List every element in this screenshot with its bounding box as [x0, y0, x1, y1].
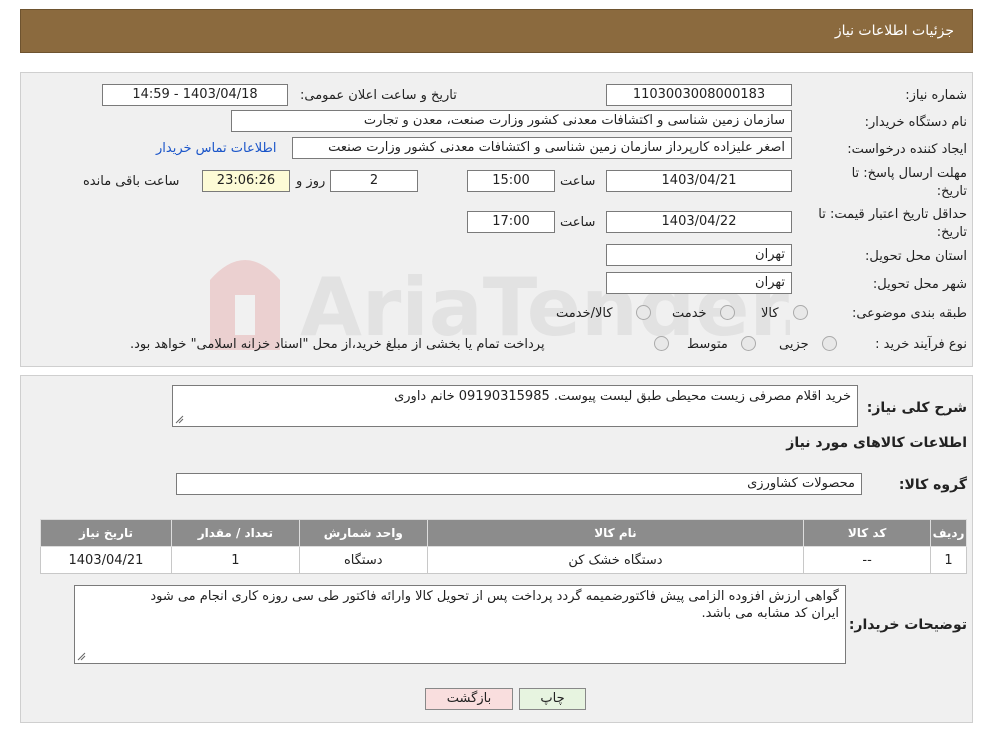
remaining-days-field: 2	[330, 170, 418, 192]
print-button[interactable]: چاپ	[519, 688, 586, 710]
resize-handle-icon[interactable]	[175, 415, 184, 424]
price-date-field: 1403/04/22	[606, 211, 792, 233]
items-table-header: ردیف کد کالا نام کالا واحد شمارش تعداد /…	[40, 519, 967, 547]
items-table: ردیف کد کالا نام کالا واحد شمارش تعداد /…	[40, 519, 967, 574]
announce-date-field: 1403/04/18 - 14:59	[102, 84, 288, 106]
price-validity-label-date: تاریخ:	[936, 225, 967, 240]
buyer-notes-line-2: ایران کد مشابه می باشد.	[701, 606, 839, 621]
city-label: شهر محل تحویل:	[872, 277, 967, 292]
cell-row: 1	[930, 546, 967, 574]
back-button[interactable]: بازگشت	[425, 688, 513, 710]
page-header: جزئیات اطلاعات نیاز	[20, 9, 973, 53]
buyer-contact-link[interactable]: اطلاعات تماس خریدار	[156, 141, 276, 156]
col-qty: تعداد / مقدار	[170, 519, 300, 547]
need-number-field: 1103003008000183	[606, 84, 792, 106]
buyer-notes-field: گواهی ارزش افزوده الزامی پیش فاکتورضمیمه…	[74, 585, 846, 664]
days-label: روز و	[296, 174, 326, 189]
buyer-notes-line-1: گواهی ارزش افزوده الزامی پیش فاکتورضمیمه…	[150, 589, 839, 604]
resize-handle-icon[interactable]	[77, 652, 86, 661]
creator-field: اصغر علیزاده کارپرداز سازمان زمین شناسی …	[292, 137, 792, 159]
price-validity-label: حداقل تاریخ اعتبار قیمت: تا	[818, 207, 967, 222]
cell-qty: 1	[170, 546, 300, 574]
price-time-label: ساعت	[560, 215, 596, 230]
reply-time-field: 15:00	[467, 170, 555, 192]
cell-code: --	[803, 546, 932, 574]
category-label: طبقه بندی موضوعی:	[851, 306, 967, 321]
goods-group-field: محصولات کشاورزی	[176, 473, 862, 495]
cell-unit: دستگاه	[298, 546, 428, 574]
creator-label: ایجاد کننده درخواست:	[847, 142, 967, 157]
table-row: 1 -- دستگاه خشک کن دستگاه 1 1403/04/21	[40, 546, 967, 574]
description-label: شرح کلی نیاز:	[866, 400, 967, 416]
col-row: ردیف	[930, 519, 967, 547]
buyer-org-label: نام دستگاه خریدار:	[864, 115, 967, 130]
process-radio-minor[interactable]	[822, 336, 837, 351]
remaining-time-label: ساعت باقی مانده	[83, 174, 180, 189]
remaining-time-field: 23:06:26	[202, 170, 290, 192]
reply-deadline-label-date: تاریخ:	[936, 184, 967, 199]
announce-date-label: تاریخ و ساعت اعلان عمومی:	[300, 88, 457, 103]
category-option-service: خدمت	[672, 306, 707, 321]
reply-date-field: 1403/04/21	[606, 170, 792, 192]
buyer-org-field: سازمان زمین شناسی و اکتشافات معدنی کشور …	[231, 110, 792, 132]
province-label: استان محل تحویل:	[865, 249, 967, 264]
category-radio-goods[interactable]	[793, 305, 808, 320]
price-time-field: 17:00	[467, 211, 555, 233]
process-treasury-note: پرداخت تمام یا بخشی از مبلغ خرید،از محل …	[130, 337, 545, 352]
description-field: خرید اقلام مصرفی زیست محیطی طبق لیست پیو…	[172, 385, 858, 427]
category-option-goods-service: کالا/خدمت	[556, 306, 613, 321]
process-label: نوع فرآیند خرید :	[875, 337, 967, 352]
col-code: کد کالا	[803, 519, 932, 547]
province-field: تهران	[606, 244, 792, 266]
process-option-medium: متوسط	[687, 337, 728, 352]
process-checkbox-treasury[interactable]	[654, 336, 669, 351]
page-title: جزئیات اطلاعات نیاز	[834, 23, 954, 39]
need-number-label: شماره نیاز:	[905, 88, 967, 103]
col-unit: واحد شمارش	[298, 519, 428, 547]
city-field: تهران	[606, 272, 792, 294]
reply-deadline-label: مهلت ارسال پاسخ: تا	[851, 166, 967, 181]
description-text: خرید اقلام مصرفی زیست محیطی طبق لیست پیو…	[394, 389, 851, 404]
reply-time-label: ساعت	[560, 174, 596, 189]
process-option-minor: جزیی	[779, 337, 809, 352]
category-radio-goods-service[interactable]	[636, 305, 651, 320]
items-section-title: اطلاعات کالاهای مورد نیاز	[786, 435, 967, 451]
category-radio-service[interactable]	[720, 305, 735, 320]
cell-name: دستگاه خشک کن	[426, 546, 805, 574]
cell-date: 1403/04/21	[40, 546, 172, 574]
col-date: تاریخ نیاز	[40, 519, 172, 547]
goods-group-label: گروه کالا:	[898, 477, 967, 493]
buyer-notes-label: توضیحات خریدار:	[848, 617, 967, 633]
category-option-goods: کالا	[761, 306, 779, 321]
col-name: نام کالا	[426, 519, 805, 547]
process-radio-medium[interactable]	[741, 336, 756, 351]
